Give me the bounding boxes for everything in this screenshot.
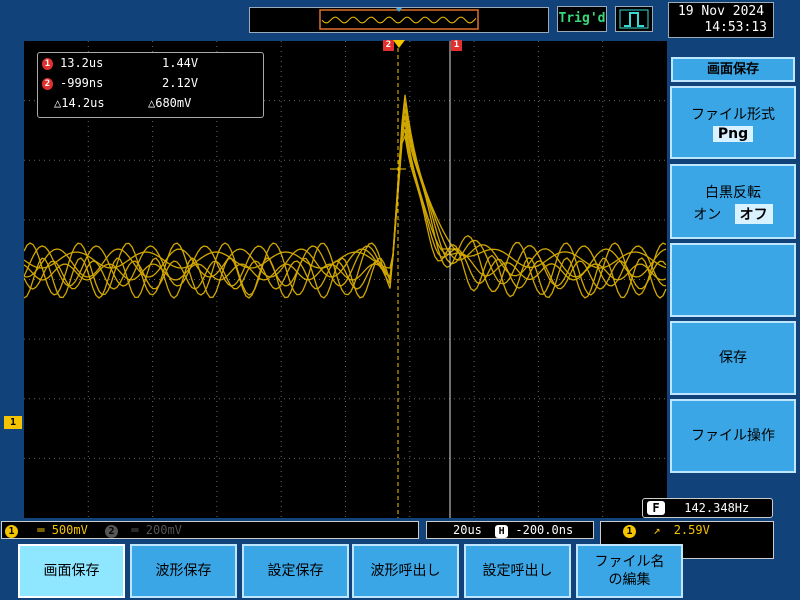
horizontal-position: -200.0ns [515,523,574,537]
memory-bar-waveform-icon [319,8,479,30]
save-button[interactable]: 保存 [670,321,796,395]
horizontal-badge: H [495,525,509,538]
empty-soft-button[interactable] [670,243,796,317]
menu-title: 画面保存 [671,57,795,82]
cursor-delta-time: △14.2us [54,96,105,110]
settings-save-button[interactable]: 設定保存 [242,544,349,598]
cursor-2-time: -999ns [60,76,104,90]
file-format-button[interactable]: ファイル形式 Png [670,86,796,159]
file-operations-label: ファイル操作 [691,428,775,444]
cursor-1-marker[interactable]: 1 [451,40,462,51]
file-format-label: ファイル形式 [691,107,775,123]
cursor-1-time: 13.2us [60,56,104,70]
cursor-readout: 1 13.2us 1.44V 2 -999ns 2.12V △14.2us △680mV [37,52,264,118]
screen-save-button[interactable]: 画面保存 [18,544,125,598]
invert-on: オン [693,207,722,223]
file-format-value: Png [712,126,754,142]
file-operations-button[interactable]: ファイル操作 [670,399,796,473]
dc-coupling-icon: ═ [37,523,45,537]
ch2-badge: 2 [105,525,119,538]
frequency-value: 142.348Hz [684,501,750,515]
invert-button[interactable]: 白黒反転 オン オフ [670,164,796,239]
trigger-level: 2.59V [673,523,710,537]
frequency-badge: F [647,501,665,515]
edit-filename-button[interactable]: ファイル名 の編集 [576,544,683,598]
trigger-source-badge: 1 [623,525,636,538]
channel-scale-bar[interactable]: 1 ═ 500mV 2 ═ 200mV [1,521,419,539]
clock: 19 Nov 2024 14:53:13 [668,2,774,38]
memory-bar [249,7,549,33]
trigger-status: Trig'd [557,6,607,32]
waveform-save-button[interactable]: 波形保存 [130,544,237,598]
settings-recall-button[interactable]: 設定呼出し [464,544,571,598]
waveform-recall-button[interactable]: 波形呼出し [352,544,459,598]
ch1-badge: 1 [5,525,18,538]
trigger-position-icon [393,40,405,48]
frequency-readout: F 142.348Hz [642,498,773,518]
screen-save-label: 画面保存 [43,563,100,579]
ch2-scale: 200mV [145,523,182,537]
invert-label: 白黒反転 [705,185,761,201]
timebase-value: 20us [453,523,482,537]
rising-edge-icon: ↗ [653,523,661,537]
edit-filename-label: ファイル名 の編集 [594,554,665,588]
trigger-pulse-icon[interactable] [615,6,653,32]
timebase-bar[interactable]: 20us H -200.0ns [426,521,594,539]
invert-off: オフ [734,204,773,224]
ch1-scale: 500mV [51,523,88,537]
clock-date: 19 Nov 2024 [677,4,765,19]
settings-save-label: 設定保存 [267,563,324,579]
clock-time: 14:53:13 [704,20,767,35]
settings-recall-label: 設定呼出し [482,563,553,579]
cursor-delta-volt: △680mV [148,96,192,110]
ch1-ground-marker[interactable]: 1 [4,416,22,429]
ch2-coupling-icon: ═ [131,523,139,537]
waveform-save-label: 波形保存 [155,563,212,579]
cursor-1-volt: 1.44V [162,56,199,70]
save-label: 保存 [719,350,747,366]
ch1-trace [24,101,667,278]
waveform-recall-label: 波形呼出し [370,563,441,579]
cursor-1-badge: 1 [42,58,53,70]
cursor-2-volt: 2.12V [162,76,199,90]
cursor-2-badge: 2 [42,78,53,90]
